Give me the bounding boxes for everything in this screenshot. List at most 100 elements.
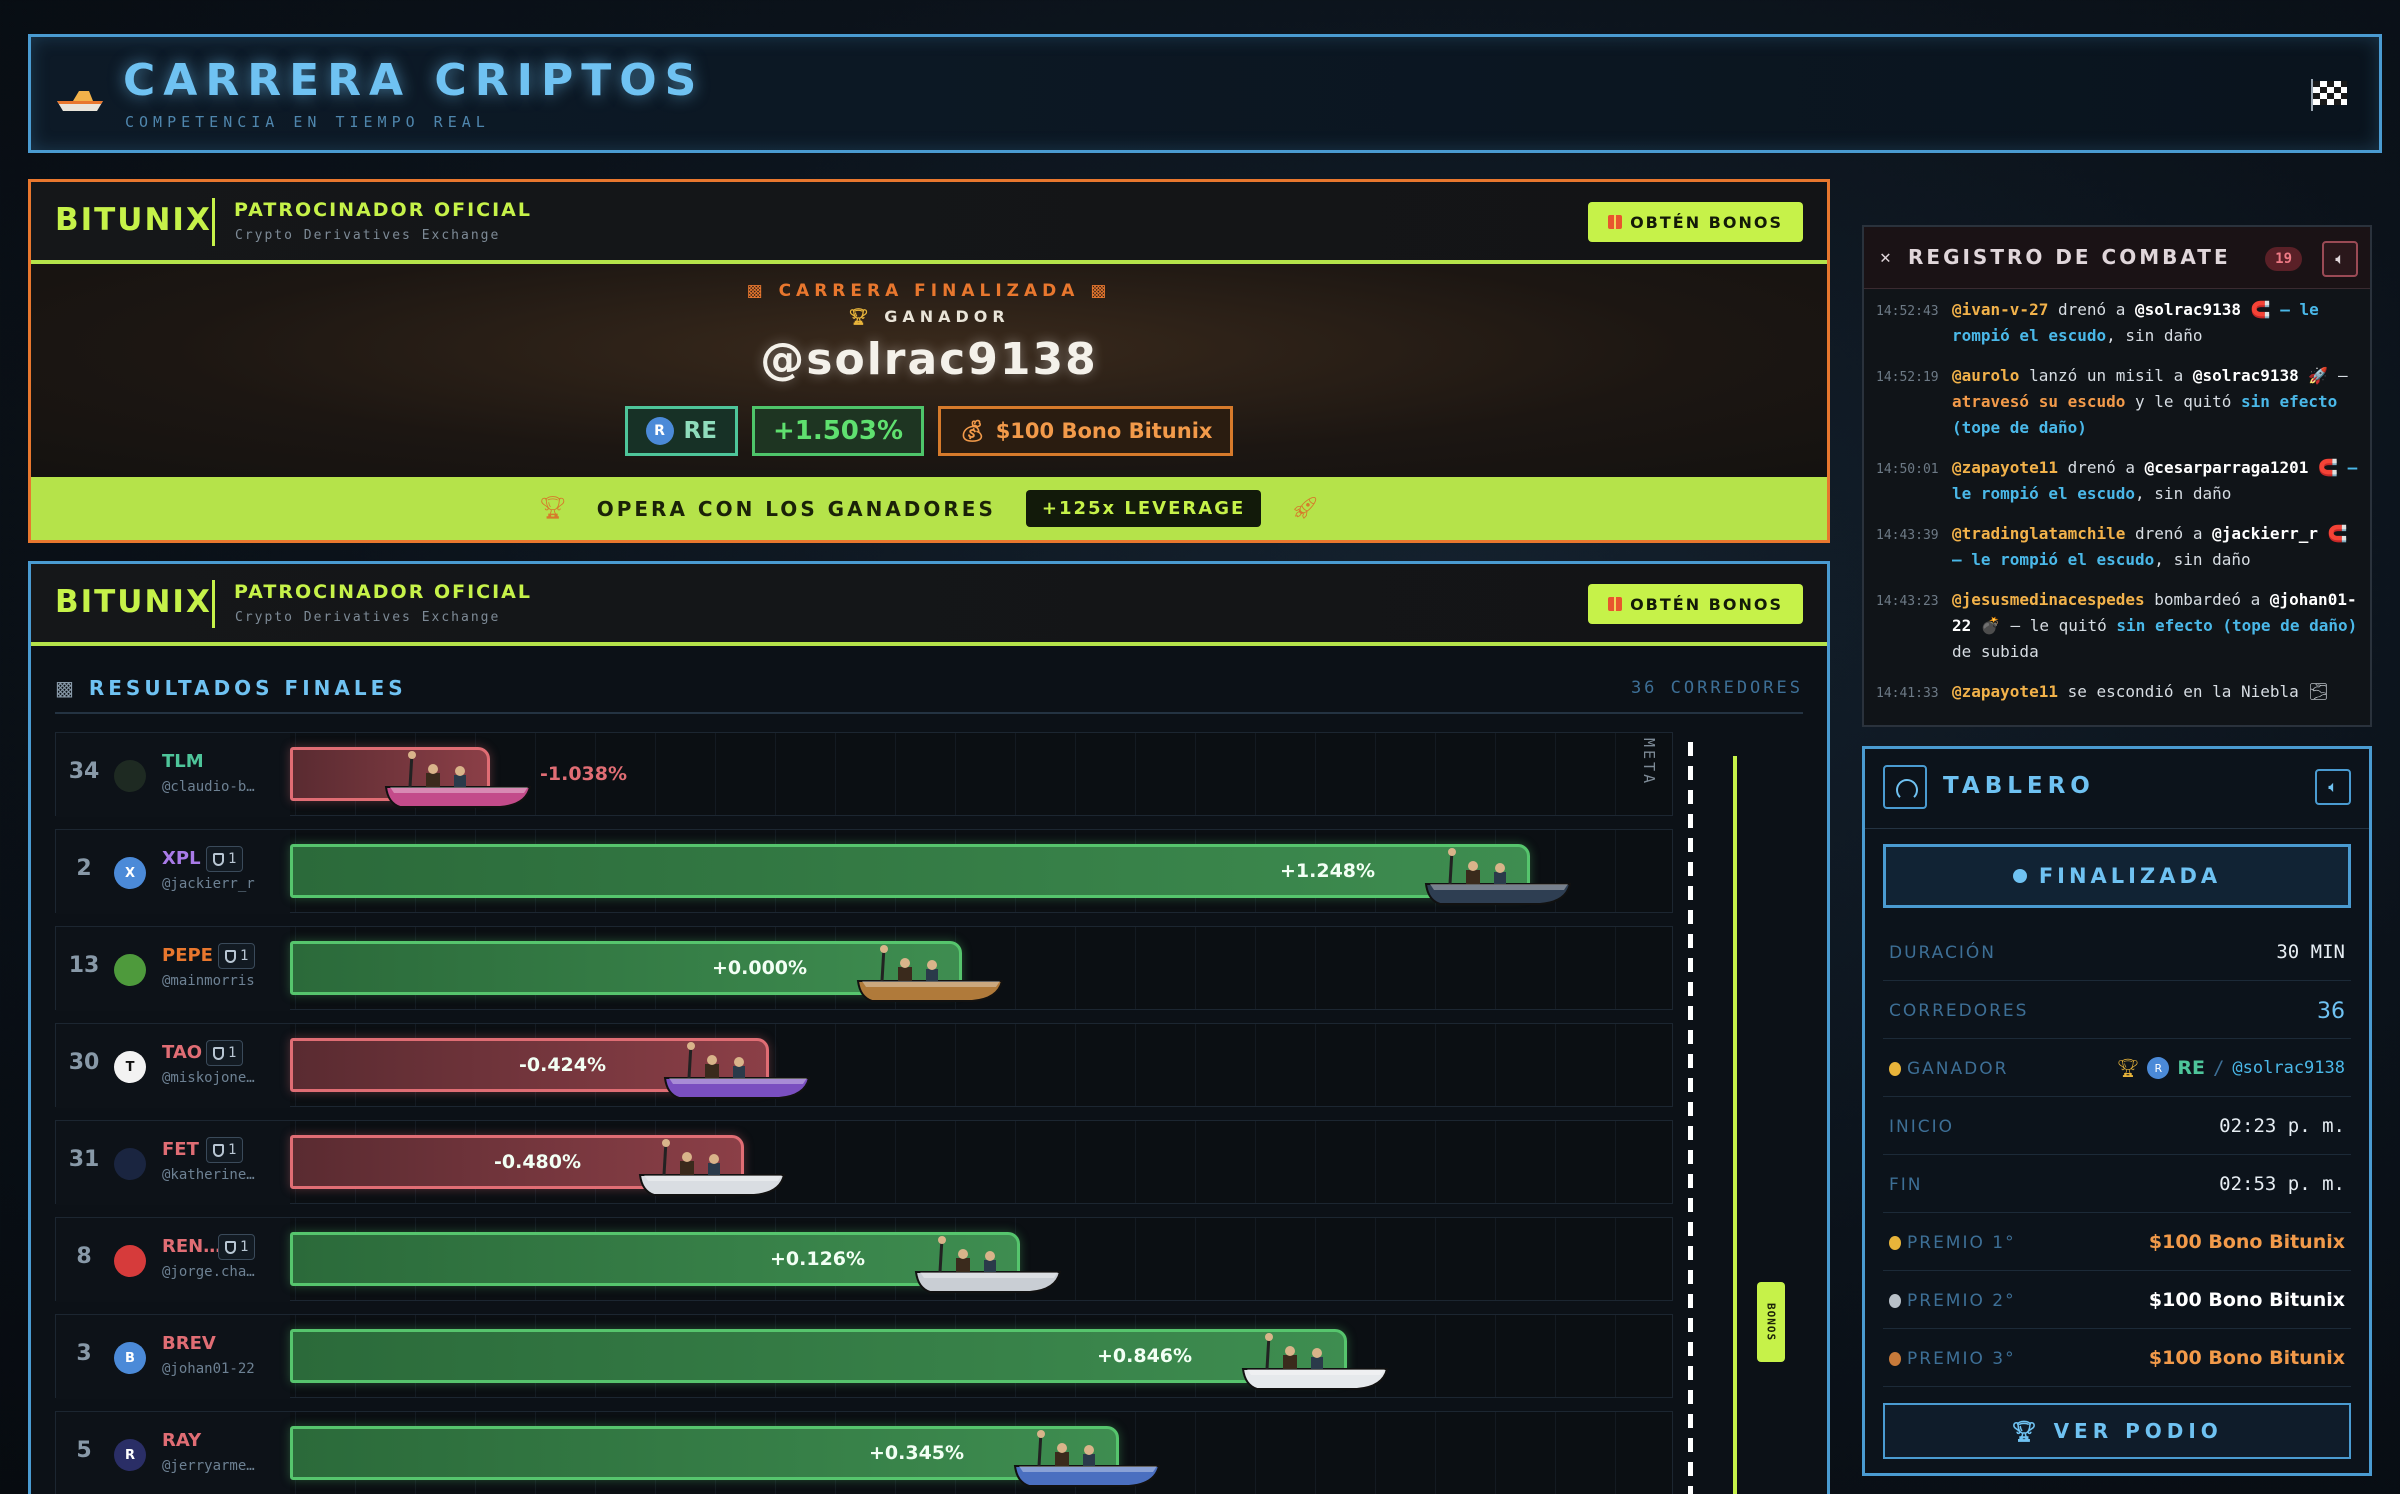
lane-user[interactable]: @mainmorris (162, 973, 282, 989)
winner-label-text: GANADOR (884, 307, 1010, 326)
sponsor-subtitle: Crypto Derivatives Exchange (235, 610, 501, 625)
sound-toggle-icon[interactable]: 🔈︎ (2315, 769, 2351, 805)
prize1-label-text: PREMIO 1° (1907, 1233, 2016, 1253)
log-text: , sin daño (2106, 326, 2203, 345)
racing-boat-icon (1241, 1333, 1389, 1390)
prize3-value: $100 Bono Bitunix (2148, 1347, 2345, 1369)
race-status-label: FINALIZADA (2038, 864, 2222, 888)
lane-rank: 30 (68, 1050, 100, 1075)
race-lane[interactable]: 5 R RAY @jerryarme… +0.345% (55, 1411, 1673, 1494)
target-user[interactable]: @solrac9138 (2193, 366, 2299, 385)
medal-icon: 💰︎ (959, 418, 986, 443)
speedboat-icon (57, 91, 103, 111)
actor-user[interactable]: @zapayote11 (1952, 458, 2058, 477)
prize3-row: PREMIO 3° $100 Bono Bitunix (1883, 1329, 2351, 1387)
lane-rank: 13 (68, 953, 100, 978)
sound-toggle-icon[interactable]: 🔈︎ (2322, 241, 2358, 277)
combat-log-header: ✕ REGISTRO DE COMBATE 19 🔈︎ (1864, 227, 2370, 289)
lane-pct: -1.038% (540, 763, 628, 785)
lane-user[interactable]: @claudio-b… (162, 779, 282, 795)
status-dot-icon (2012, 869, 2027, 883)
actor-user[interactable]: @ivan-v-27 (1952, 300, 2048, 319)
lane-pct: +0.846% (1097, 1345, 1193, 1367)
trophy-icon: 🏆︎ (2116, 1057, 2140, 1079)
race-lane[interactable]: 2 X XPL @jackierr_r 1 +1.248% (55, 829, 1673, 914)
actor-user[interactable]: @zapayote11 (1952, 682, 2058, 701)
checkered-flag-icon: ▩ (55, 676, 89, 700)
race-lane[interactable]: 8 REN… @jorge.cha… 1 +0.126% (55, 1217, 1673, 1302)
winner-chips: R RE +1.503% 💰︎ $100 Bono Bitunix (31, 406, 1827, 456)
prize1-value: $100 Bono Bitunix (2148, 1231, 2345, 1253)
dashboard-panel: TABLERO 🔈︎ FINALIZADA DURACIÓN 30 MIN CO… (1862, 746, 2372, 1476)
log-text: bombardeó a (2144, 590, 2270, 609)
race-lane[interactable]: 30 T TAO @miskojone… 1 -0.424% (55, 1023, 1673, 1108)
coin-avatar (114, 1148, 146, 1180)
lane-info: 13 PEPE @mainmorris 1 (56, 927, 290, 1011)
lane-rank: 5 (76, 1438, 92, 1463)
lane-user[interactable]: @jorge.cha… (162, 1264, 282, 1280)
coin-avatar: R (645, 417, 674, 445)
shield-icon (213, 852, 224, 866)
start-value: 02:23 p. m. (2219, 1115, 2345, 1137)
leverage-badge[interactable]: +125x LEVERAGE (1025, 490, 1262, 527)
target-user[interactable]: @jackierr_r (2212, 524, 2318, 543)
prize1-label: PREMIO 1° (1889, 1233, 2016, 1253)
log-entry: 14:52:43 @ivan-v-27 drenó a @solrac9138 🧲… (1876, 297, 2358, 349)
lane-pct: +0.000% (712, 957, 808, 979)
racing-boat-icon (914, 1236, 1062, 1293)
lane-user[interactable]: @jerryarme… (162, 1458, 282, 1474)
coin-avatar: X (114, 857, 146, 889)
log-time: 14:41:33 (1876, 686, 1939, 701)
get-bonus-button[interactable]: OBTÉN BONOS (1588, 584, 1803, 624)
winner-name: @solrac9138 (760, 334, 1098, 385)
log-entry: 14:50:01 @zapayote11 drenó a @cesarparrag… (1876, 455, 2358, 507)
shield-badge: 1 (218, 1234, 256, 1260)
combat-log-panel: ✕ REGISTRO DE COMBATE 19 🔈︎ 14:52:43 @iva… (1862, 225, 2372, 727)
combat-log-list[interactable]: 14:52:43 @ivan-v-27 drenó a @solrac9138 🧲… (1864, 297, 2370, 725)
lane-user[interactable]: @johan01-22 (162, 1361, 282, 1377)
actor-user[interactable]: @aurolo (1952, 366, 2019, 385)
results-title: ▩ RESULTADOS FINALES (55, 676, 407, 700)
sponsor-divider (212, 580, 215, 628)
results-header: ▩ RESULTADOS FINALES 36 CORREDORES (55, 664, 1803, 714)
results-panel: BITUNIX PATROCINADOR OFICIAL Crypto Deri… (28, 561, 1830, 1494)
sponsor-logo[interactable]: BITUNIX (55, 584, 212, 620)
target-user[interactable]: @solrac9138 (2135, 300, 2241, 319)
racing-boat-icon (1013, 1430, 1161, 1487)
trade-with-winners-strip[interactable]: 🏆︎ OPERA CON LOS GANADORES +125x LEVERAG… (31, 477, 1827, 540)
race-status-button[interactable]: FINALIZADA (1883, 844, 2351, 908)
prize2-row: PREMIO 2° $100 Bono Bitunix (1883, 1271, 2351, 1329)
racing-boat-icon (663, 1042, 811, 1099)
racing-boat-icon (638, 1139, 786, 1196)
race-lane[interactable]: 31 FET @katherine… 1 -0.480% (55, 1120, 1673, 1205)
race-lane[interactable]: 3 B BREV @johan01-22 +0.846% (55, 1314, 1673, 1399)
sponsor-title: PATROCINADOR OFICIAL (234, 581, 532, 603)
view-podium-button[interactable]: 🏆︎ VER PODIO (1883, 1403, 2351, 1459)
actor-user[interactable]: @tradinglatamchile (1952, 524, 2125, 543)
race-lane[interactable]: 34 TLM @claudio-b… -1.038% (55, 732, 1673, 817)
lane-track: -1.038% (290, 733, 1672, 817)
lane-user[interactable]: @katherine… (162, 1167, 282, 1183)
bonus-tag: BONOS (1757, 1282, 1785, 1362)
bronze-medal-icon (1889, 1352, 1901, 1366)
winner-label-text: GANADOR (1907, 1059, 2009, 1079)
sponsor-logo[interactable]: BITUNIX (55, 202, 212, 238)
log-text: 🧲 (2308, 458, 2348, 477)
lane-rank: 8 (76, 1244, 92, 1269)
combat-count-badge: 19 (2265, 247, 2302, 271)
sponsor-bar: BITUNIX PATROCINADOR OFICIAL Crypto Deri… (31, 564, 1827, 646)
actor-user[interactable]: @jesusmedinacespedes (1952, 590, 2145, 609)
lane-user[interactable]: @jackierr_r (162, 876, 282, 892)
lane-pct: -0.424% (519, 1054, 607, 1076)
shield-badge: 1 (206, 846, 244, 872)
target-user[interactable]: @cesarparraga1201 (2145, 458, 2309, 477)
lane-user[interactable]: @miskojone… (162, 1070, 282, 1086)
lane-info: 2 X XPL @jackierr_r 1 (56, 830, 290, 914)
effect-text: sin efecto (tope de daño) (2116, 616, 2358, 635)
log-text: drenó a (2125, 524, 2213, 543)
get-bonus-button[interactable]: OBTÉN BONOS (1588, 202, 1803, 242)
get-bonus-label: OBTÉN BONOS (1630, 212, 1783, 232)
winner-user[interactable]: @solrac9138 (2232, 1058, 2345, 1078)
racers-row: CORREDORES 36 (1883, 981, 2351, 1039)
race-lane[interactable]: 13 PEPE @mainmorris 1 +0.000% (55, 926, 1673, 1011)
